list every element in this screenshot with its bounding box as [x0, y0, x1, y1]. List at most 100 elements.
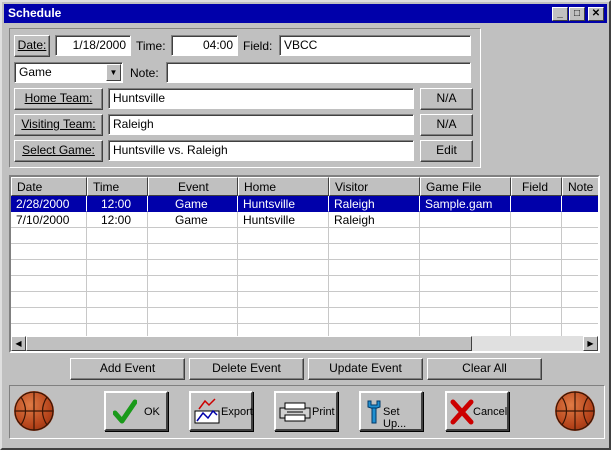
add-event-button[interactable]: Add Event	[70, 358, 185, 380]
horizontal-scrollbar[interactable]: ◀ ▶	[11, 336, 598, 351]
note-field[interactable]	[166, 62, 471, 83]
empty-cell	[511, 228, 562, 244]
empty-table-row	[11, 292, 598, 308]
empty-cell	[11, 244, 87, 260]
window-title: Schedule	[8, 6, 62, 20]
scroll-right-icon[interactable]: ▶	[583, 336, 598, 351]
column-header-field[interactable]: Field	[511, 177, 562, 196]
column-header-time[interactable]: Time	[87, 177, 148, 196]
empty-table-row	[11, 228, 598, 244]
empty-cell	[238, 276, 329, 292]
empty-cell	[87, 228, 148, 244]
empty-table-row	[11, 260, 598, 276]
update-event-button[interactable]: Update Event	[308, 358, 423, 380]
scroll-left-icon[interactable]: ◀	[11, 336, 26, 351]
empty-cell	[11, 260, 87, 276]
empty-cell	[562, 260, 598, 276]
empty-cell	[329, 244, 420, 260]
cell-field	[511, 196, 562, 212]
ok-label: OK	[144, 406, 160, 418]
delete-event-button[interactable]: Delete Event	[189, 358, 304, 380]
visiting-team-field[interactable]: Raleigh	[108, 114, 414, 135]
print-button[interactable]: Print	[274, 391, 338, 431]
cell-visitor: Raleigh	[329, 196, 420, 212]
cell-field	[511, 212, 562, 228]
empty-cell	[420, 244, 511, 260]
event-type-select[interactable]: Game ▼	[14, 62, 123, 83]
empty-cell	[11, 308, 87, 324]
home-team-field[interactable]: Huntsville	[108, 88, 414, 109]
clear-all-button[interactable]: Clear All	[427, 358, 542, 380]
empty-cell	[87, 308, 148, 324]
empty-cell	[329, 260, 420, 276]
column-header-visitor[interactable]: Visitor	[329, 177, 420, 196]
column-header-game-file[interactable]: Game File	[420, 177, 511, 196]
column-header-date[interactable]: Date	[11, 177, 87, 196]
maximize-button[interactable]: □	[569, 7, 585, 21]
empty-cell	[329, 276, 420, 292]
column-header-note[interactable]: Note	[562, 177, 598, 196]
visiting-team-button-label: Visiting Team:	[21, 117, 96, 131]
empty-cell	[11, 292, 87, 308]
cancel-x-icon	[450, 399, 474, 425]
empty-cell	[87, 244, 148, 260]
empty-cell	[562, 276, 598, 292]
cancel-button[interactable]: Cancel	[445, 391, 509, 431]
empty-table-row	[11, 276, 598, 292]
empty-cell	[562, 292, 598, 308]
column-header-event[interactable]: Event	[148, 177, 238, 196]
select-game-button-label: Select Game:	[22, 143, 95, 157]
field-input[interactable]: VBCC	[279, 35, 471, 56]
home-na-button[interactable]: N/A	[420, 88, 473, 110]
select-game-button[interactable]: Select Game:	[14, 140, 103, 162]
title-bar[interactable]: Schedule _ □ ✕	[4, 4, 607, 23]
time-field[interactable]: 04:00	[171, 35, 238, 56]
table-row[interactable]: 2/28/2000 12:00 Game Huntsville Raleigh …	[11, 196, 598, 212]
add-event-label: Add Event	[99, 361, 156, 375]
cell-game-file	[420, 212, 511, 228]
scroll-thumb[interactable]	[26, 336, 472, 351]
minimize-button[interactable]: _	[552, 7, 568, 21]
empty-cell	[329, 308, 420, 324]
setup-button[interactable]: Set Up...	[359, 391, 423, 431]
cancel-label: Cancel	[473, 406, 508, 418]
edit-button[interactable]: Edit	[420, 140, 473, 162]
table-row[interactable]: 7/10/2000 12:00 Game Huntsville Raleigh	[11, 212, 598, 228]
home-team-button[interactable]: Home Team:	[14, 88, 103, 110]
schedule-table[interactable]: Date Time Event Home Visitor Game File F…	[9, 175, 600, 353]
visiting-team-button[interactable]: Visiting Team:	[14, 114, 103, 136]
date-button[interactable]: Date:	[14, 35, 50, 57]
select-game-field[interactable]: Huntsville vs. Raleigh	[108, 140, 414, 161]
empty-cell	[511, 292, 562, 308]
empty-cell	[148, 308, 238, 324]
home-team-button-label: Home Team:	[24, 91, 93, 105]
cell-time: 12:00	[87, 212, 148, 228]
printer-icon	[279, 402, 311, 422]
empty-cell	[11, 228, 87, 244]
close-button[interactable]: ✕	[588, 7, 604, 21]
schedule-window: Schedule _ □ ✕ Date: 1/18/2000 Time: 04:…	[0, 0, 611, 450]
empty-cell	[238, 244, 329, 260]
empty-cell	[562, 228, 598, 244]
cell-date: 7/10/2000	[11, 212, 87, 228]
cell-event: Game	[148, 212, 238, 228]
empty-cell	[238, 308, 329, 324]
cell-time: 12:00	[87, 196, 148, 212]
ok-button[interactable]: OK	[104, 391, 168, 431]
date-button-label: Date:	[17, 38, 47, 52]
empty-cell	[511, 260, 562, 276]
note-label: Note:	[130, 66, 159, 80]
empty-cell	[511, 276, 562, 292]
empty-cell	[87, 276, 148, 292]
cell-game-file: Sample.gam	[420, 196, 511, 212]
date-field[interactable]: 1/18/2000	[55, 35, 131, 56]
chevron-down-icon[interactable]: ▼	[106, 64, 121, 81]
empty-cell	[87, 260, 148, 276]
empty-cell	[420, 228, 511, 244]
column-header-home[interactable]: Home	[238, 177, 329, 196]
export-button[interactable]: Export	[189, 391, 253, 431]
empty-cell	[420, 260, 511, 276]
cell-visitor: Raleigh	[329, 212, 420, 228]
clear-all-label: Clear All	[462, 361, 507, 375]
visiting-na-button[interactable]: N/A	[420, 114, 473, 136]
